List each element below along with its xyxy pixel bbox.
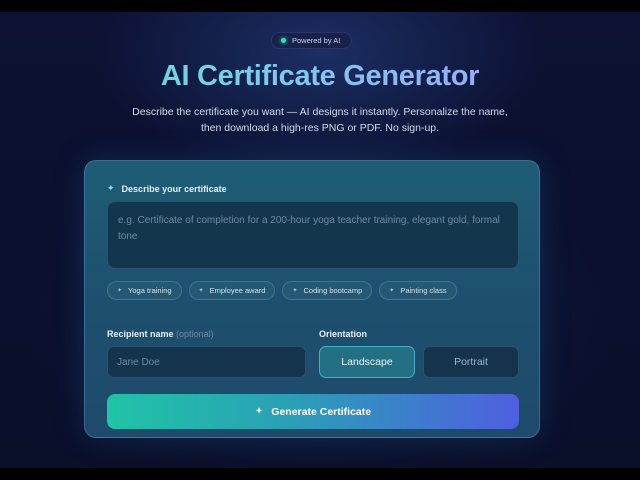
chip-painting-class[interactable]: ✦ Painting class — [379, 281, 457, 300]
sparkle-icon: ✦ — [254, 406, 264, 417]
chip-coding-bootcamp[interactable]: ✦ Coding bootcamp — [282, 281, 373, 300]
powered-by-badge: Powered by AI — [271, 32, 352, 49]
chip-label: Yoga training — [128, 286, 172, 295]
describe-label: Describe your certificate — [121, 183, 227, 194]
recipient-name-input[interactable]: Jane Doe — [107, 346, 306, 378]
chip-employee-award[interactable]: ✦ Employee award — [188, 281, 276, 300]
recipient-label: Recipient name (optional) — [107, 329, 214, 339]
page-title: AI Certificate Generator — [0, 60, 640, 93]
page-background: Powered by AI AI Certificate Generator D… — [0, 12, 640, 468]
chip-label: Employee award — [209, 286, 266, 295]
chip-label: Coding bootcamp — [303, 286, 363, 295]
orientation-portrait-button[interactable]: Portrait — [423, 346, 519, 378]
generator-card: ✦ Describe your certificate e.g. Certifi… — [84, 160, 540, 438]
describe-label-row: ✦ Describe your certificate — [107, 183, 227, 194]
dot-icon: ✦ — [389, 288, 395, 294]
generate-button-label: Generate Certificate — [271, 405, 372, 418]
dot-icon: ✦ — [117, 288, 123, 294]
orientation-landscape-button[interactable]: Landscape — [319, 346, 415, 378]
chip-label: Painting class — [400, 286, 447, 295]
generate-certificate-button[interactable]: ✦ Generate Certificate — [107, 394, 519, 429]
dot-icon: ✦ — [198, 288, 204, 294]
dot-icon: ✦ — [292, 288, 298, 294]
sparkle-icon: ✦ — [107, 183, 115, 193]
chip-yoga-training[interactable]: ✦ Yoga training — [107, 281, 182, 300]
page-subtitle: Describe the certificate you want — AI d… — [132, 106, 508, 134]
status-dot-icon — [281, 38, 286, 43]
badge-label: Powered by AI — [292, 36, 341, 45]
suggestion-chips: ✦ Yoga training ✦ Employee award ✦ Codin… — [107, 281, 457, 300]
orientation-label: Orientation — [319, 329, 368, 339]
certificate-description-input[interactable]: e.g. Certificate of completion for a 200… — [107, 201, 519, 269]
optional-hint: (optional) — [176, 329, 214, 339]
recipient-label-text: Recipient name — [107, 329, 174, 339]
